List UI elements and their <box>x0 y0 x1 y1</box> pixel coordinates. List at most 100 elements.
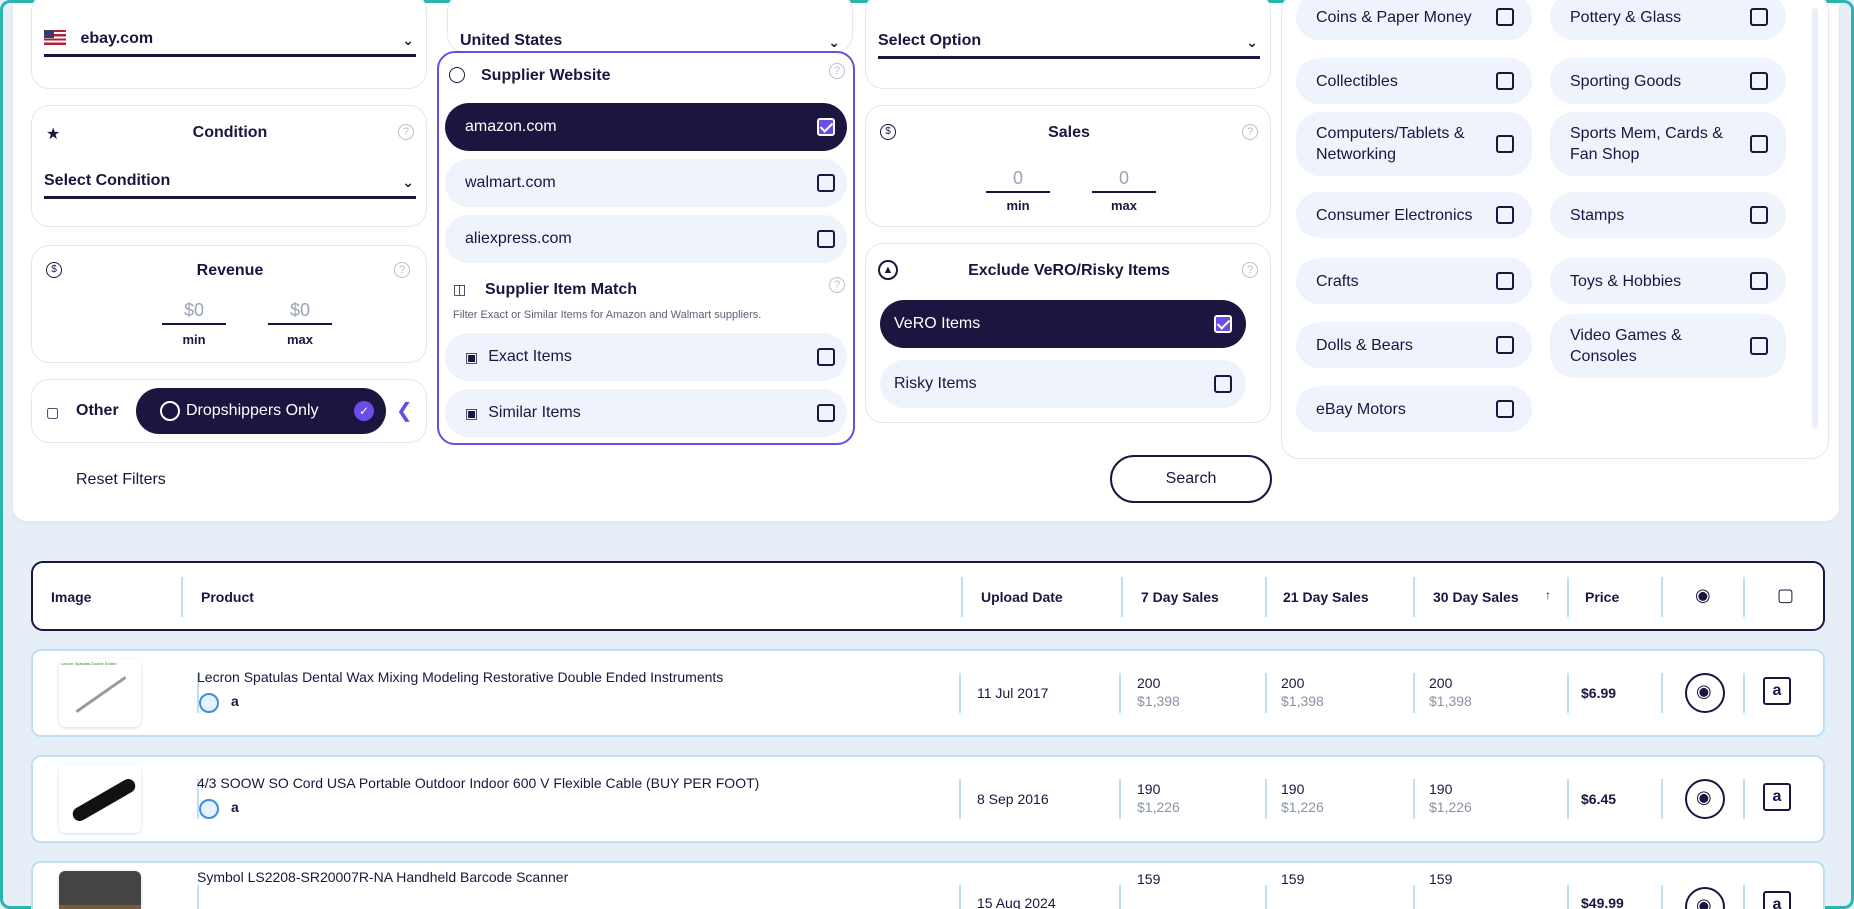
spy-competitor-button[interactable]: ◉ <box>1685 779 1725 819</box>
col-price[interactable]: Price <box>1585 589 1619 605</box>
checkbox[interactable] <box>1214 375 1232 393</box>
exclude-option-vero[interactable]: VeRO Items <box>880 300 1246 348</box>
sort-up-icon[interactable]: ↑ <box>1545 588 1551 602</box>
product-title[interactable]: Lecron Spatulas Dental Wax Mixing Modeli… <box>197 669 723 685</box>
help-icon[interactable]: ? <box>398 124 414 140</box>
exclude-option-risky[interactable]: Risky Items <box>880 360 1246 408</box>
checkbox[interactable] <box>1496 8 1514 26</box>
search-button[interactable]: Search <box>1110 455 1272 503</box>
option-select[interactable]: Select Option ⌄ <box>878 32 1260 59</box>
product-title[interactable]: Symbol LS2208-SR20007R-NA Handheld Barco… <box>197 869 568 885</box>
checkbox[interactable] <box>1496 72 1514 90</box>
sales-7day: 200 <box>1137 675 1161 691</box>
category-item[interactable]: Toys & Hobbies <box>1550 258 1786 304</box>
col-7day-sales[interactable]: 7 Day Sales <box>1141 589 1219 605</box>
help-icon[interactable]: ? <box>829 277 845 293</box>
checkbox[interactable] <box>1750 272 1768 290</box>
supplier-option-walmart[interactable]: walmart.com <box>445 159 847 207</box>
help-icon[interactable]: ? <box>829 63 845 79</box>
checkbox[interactable] <box>817 404 835 422</box>
checkbox[interactable] <box>1750 337 1768 355</box>
supplier-option-label: walmart.com <box>465 174 556 191</box>
category-item[interactable]: Sports Mem, Cards & Fan Shop <box>1550 112 1786 176</box>
product-image[interactable]: Lecron Spatulas Double Ended <box>59 659 141 727</box>
dropshippers-toggle[interactable]: Dropshippers Only ✓ <box>136 388 386 434</box>
other-label: Other <box>76 402 119 419</box>
checkbox[interactable] <box>1496 336 1514 354</box>
help-icon[interactable]: ? <box>394 262 410 278</box>
price: $49.99 <box>1581 895 1624 909</box>
checkbox[interactable] <box>1214 315 1232 333</box>
checkbox[interactable] <box>1496 135 1514 153</box>
checkbox[interactable] <box>817 348 835 366</box>
condition-select[interactable]: Select Condition ⌄ <box>44 172 416 199</box>
table-row[interactable]: Symbol LS2208-SR20007R-NA Handheld Barco… <box>31 861 1825 909</box>
category-item[interactable]: Crafts <box>1296 258 1532 304</box>
option-card: Select Option ⌄ <box>865 0 1271 89</box>
table-row[interactable]: 4/3 SOOW SO Cord USA Portable Outdoor In… <box>31 755 1825 843</box>
checkbox[interactable] <box>1750 206 1768 224</box>
checkbox[interactable] <box>817 174 835 192</box>
match-option-exact[interactable]: ▣ Exact Items <box>445 333 847 381</box>
category-label: Computers/Tablets & Networking <box>1316 125 1465 163</box>
chevron-left-icon[interactable]: ❮ <box>396 398 413 423</box>
sales-7day: 159 <box>1137 871 1161 887</box>
revenue-min-label: min <box>182 332 206 347</box>
reset-filters-link[interactable]: Reset Filters <box>76 471 166 489</box>
spy-competitor-button[interactable]: ◉ <box>1685 887 1725 909</box>
checkbox[interactable] <box>1496 272 1514 290</box>
category-item[interactable]: eBay Motors <box>1296 386 1532 432</box>
col-product[interactable]: Product <box>201 589 254 605</box>
revenue-max-input[interactable]: $0 <box>268 300 332 325</box>
categories-scrollbar[interactable] <box>1812 8 1818 428</box>
product-image[interactable] <box>59 765 141 833</box>
category-item[interactable]: Collectibles <box>1296 58 1532 104</box>
cube-icon: ▣ <box>465 348 479 365</box>
category-item[interactable]: Sporting Goods <box>1550 58 1786 104</box>
chevron-down-icon: ⌄ <box>402 174 414 190</box>
amazon-box-button[interactable]: a <box>1763 891 1791 909</box>
col-21day-sales[interactable]: 21 Day Sales <box>1283 589 1369 605</box>
checkbox[interactable] <box>817 230 835 248</box>
category-label: eBay Motors <box>1316 400 1406 418</box>
supplier-option-amazon[interactable]: amazon.com <box>445 103 847 151</box>
help-icon[interactable]: ? <box>1242 124 1258 140</box>
help-icon[interactable]: ? <box>1242 262 1258 278</box>
spy-icon: ◉ <box>1695 585 1711 605</box>
product-title[interactable]: 4/3 SOOW SO Cord USA Portable Outdoor In… <box>197 775 759 791</box>
category-item[interactable]: Consumer Electronics <box>1296 192 1532 238</box>
amazon-box-button[interactable]: a <box>1763 783 1791 811</box>
category-item[interactable]: Coins & Paper Money <box>1296 0 1532 40</box>
product-image[interactable] <box>59 871 141 909</box>
sales-max-label: max <box>1110 198 1138 213</box>
column-divider <box>1265 885 1267 909</box>
cart-match-icon: ◫ <box>453 281 467 297</box>
spy-competitor-button[interactable]: ◉ <box>1685 673 1725 713</box>
checkbox[interactable] <box>817 118 835 136</box>
checkbox[interactable] <box>1496 400 1514 418</box>
checkbox[interactable] <box>1750 135 1768 153</box>
table-row[interactable]: Lecron Spatulas Double Ended Lecron Spatu… <box>31 649 1825 737</box>
column-divider <box>1413 779 1415 819</box>
revenue-min-input[interactable]: $0 <box>162 300 226 325</box>
col-upload-date[interactable]: Upload Date <box>981 589 1063 605</box>
category-item[interactable]: Dolls & Bears <box>1296 322 1532 368</box>
check-circle-icon: ✓ <box>354 401 374 421</box>
checkbox[interactable] <box>1750 8 1768 26</box>
sales-max-input[interactable]: 0 <box>1092 168 1156 193</box>
category-item[interactable]: Stamps <box>1550 192 1786 238</box>
exclude-card: ▲ Exclude VeRO/Risky Items ? VeRO Items … <box>865 243 1271 423</box>
category-item[interactable]: Computers/Tablets & Networking <box>1296 112 1532 176</box>
sales-min-input[interactable]: 0 <box>986 168 1050 193</box>
marketplace-select[interactable]: ebay.com ⌄ <box>44 30 416 57</box>
category-item[interactable]: Video Games & Consoles <box>1550 314 1786 378</box>
supplier-option-aliexpress[interactable]: aliexpress.com <box>445 215 847 263</box>
match-option-similar[interactable]: ▣ Similar Items <box>445 389 847 437</box>
col-30day-sales[interactable]: 30 Day Sales <box>1433 589 1519 605</box>
amazon-box-button[interactable]: a <box>1763 677 1791 705</box>
category-item[interactable]: Pottery & Glass <box>1550 0 1786 40</box>
category-label: Dolls & Bears <box>1316 336 1413 354</box>
revenue-title: Revenue <box>196 262 264 279</box>
checkbox[interactable] <box>1750 72 1768 90</box>
checkbox[interactable] <box>1496 206 1514 224</box>
